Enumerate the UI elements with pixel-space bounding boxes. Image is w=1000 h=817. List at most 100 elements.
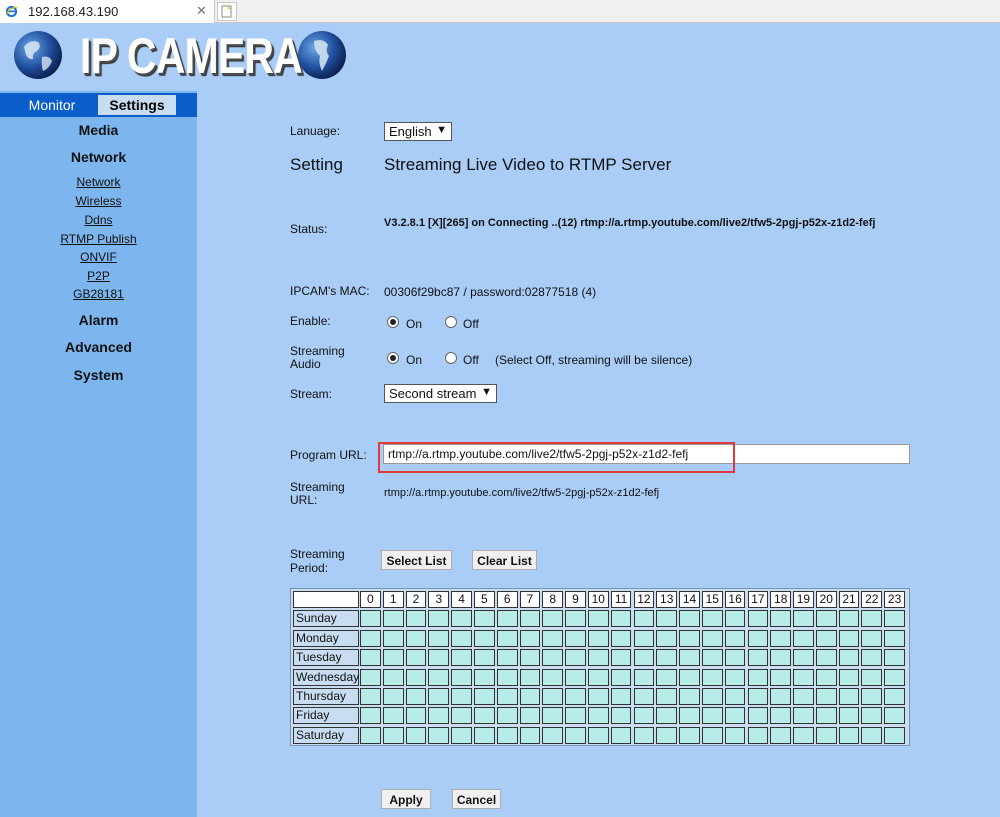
schedule-cell[interactable] — [747, 668, 769, 686]
schedule-cell[interactable] — [747, 707, 769, 725]
schedule-cell[interactable] — [565, 668, 586, 686]
schedule-cell[interactable] — [656, 668, 678, 686]
schedule-cell[interactable] — [565, 688, 586, 705]
schedule-cell[interactable] — [701, 649, 723, 667]
schedule-cell[interactable] — [747, 649, 769, 667]
schedule-cell[interactable] — [610, 726, 632, 744]
schedule-cell[interactable] — [793, 668, 814, 686]
schedule-cell[interactable] — [451, 649, 472, 667]
schedule-cell[interactable] — [815, 629, 837, 647]
schedule-cell[interactable] — [633, 726, 655, 744]
schedule-cell[interactable] — [656, 707, 678, 725]
schedule-cell[interactable] — [519, 688, 541, 705]
schedule-cell[interactable] — [679, 668, 700, 686]
schedule-cell[interactable] — [474, 629, 495, 647]
schedule-cell[interactable] — [451, 688, 472, 705]
schedule-cell[interactable] — [496, 629, 518, 647]
schedule-cell[interactable] — [770, 668, 792, 686]
schedule-cell[interactable] — [861, 688, 883, 705]
clear-list-button[interactable]: Clear List — [472, 550, 537, 570]
schedule-cell[interactable] — [656, 610, 678, 628]
schedule-cell[interactable] — [701, 668, 723, 686]
audio-on-radio[interactable] — [387, 352, 399, 364]
schedule-cell[interactable] — [496, 610, 518, 628]
schedule-cell[interactable] — [884, 610, 905, 628]
sidebar-group-network[interactable]: Network — [0, 149, 197, 165]
schedule-cell[interactable] — [656, 629, 678, 647]
schedule-cell[interactable] — [633, 610, 655, 628]
schedule-cell[interactable] — [838, 668, 860, 686]
schedule-cell[interactable] — [405, 629, 427, 647]
schedule-cell[interactable] — [428, 726, 450, 744]
schedule-cell[interactable] — [382, 610, 404, 628]
schedule-cell[interactable] — [793, 629, 814, 647]
schedule-cell[interactable] — [519, 649, 541, 667]
schedule-cell[interactable] — [360, 668, 381, 686]
schedule-cell[interactable] — [360, 610, 381, 628]
schedule-cell[interactable] — [382, 726, 404, 744]
schedule-cell[interactable] — [770, 707, 792, 725]
schedule-cell[interactable] — [656, 726, 678, 744]
schedule-cell[interactable] — [565, 707, 586, 725]
schedule-cell[interactable] — [474, 707, 495, 725]
schedule-cell[interactable] — [679, 688, 700, 705]
schedule-cell[interactable] — [542, 629, 564, 647]
schedule-cell[interactable] — [496, 649, 518, 667]
schedule-cell[interactable] — [701, 707, 723, 725]
schedule-cell[interactable] — [474, 610, 495, 628]
schedule-cell[interactable] — [496, 726, 518, 744]
schedule-cell[interactable] — [382, 629, 404, 647]
schedule-cell[interactable] — [587, 726, 609, 744]
sidebar-group-media[interactable]: Media — [0, 122, 197, 138]
schedule-cell[interactable] — [428, 707, 450, 725]
schedule-cell[interactable] — [747, 610, 769, 628]
schedule-cell[interactable] — [474, 668, 495, 686]
schedule-cell[interactable] — [884, 707, 905, 725]
tab-monitor[interactable]: Monitor — [10, 97, 94, 113]
sidebar-link-p2p[interactable]: P2P — [0, 269, 197, 283]
schedule-cell[interactable] — [633, 649, 655, 667]
schedule-cell[interactable] — [496, 688, 518, 705]
schedule-cell[interactable] — [451, 726, 472, 744]
sidebar-group-advanced[interactable]: Advanced — [0, 339, 197, 355]
schedule-cell[interactable] — [587, 649, 609, 667]
schedule-cell[interactable] — [474, 726, 495, 744]
schedule-cell[interactable] — [565, 629, 586, 647]
schedule-cell[interactable] — [838, 726, 860, 744]
schedule-cell[interactable] — [519, 610, 541, 628]
schedule-cell[interactable] — [884, 649, 905, 667]
sidebar-link-wireless[interactable]: Wireless — [0, 194, 197, 208]
schedule-cell[interactable] — [701, 688, 723, 705]
schedule-cell[interactable] — [838, 649, 860, 667]
schedule-cell[interactable] — [884, 688, 905, 705]
schedule-cell[interactable] — [610, 610, 632, 628]
schedule-cell[interactable] — [382, 649, 404, 667]
schedule-cell[interactable] — [861, 726, 883, 744]
schedule-cell[interactable] — [519, 668, 541, 686]
schedule-cell[interactable] — [474, 649, 495, 667]
schedule-cell[interactable] — [587, 688, 609, 705]
schedule-cell[interactable] — [701, 629, 723, 647]
schedule-cell[interactable] — [793, 649, 814, 667]
schedule-cell[interactable] — [428, 688, 450, 705]
schedule-cell[interactable] — [451, 629, 472, 647]
schedule-cell[interactable] — [793, 610, 814, 628]
schedule-cell[interactable] — [587, 629, 609, 647]
schedule-cell[interactable] — [610, 688, 632, 705]
schedule-cell[interactable] — [838, 610, 860, 628]
language-select[interactable]: English ▼ — [384, 122, 452, 141]
schedule-cell[interactable] — [633, 629, 655, 647]
schedule-cell[interactable] — [496, 668, 518, 686]
schedule-cell[interactable] — [815, 707, 837, 725]
schedule-cell[interactable] — [770, 726, 792, 744]
sidebar-link-network[interactable]: Network — [0, 175, 197, 189]
sidebar-link-rtmp-publish[interactable]: RTMP Publish — [0, 232, 197, 246]
schedule-cell[interactable] — [542, 726, 564, 744]
schedule-cell[interactable] — [770, 649, 792, 667]
schedule-cell[interactable] — [838, 629, 860, 647]
schedule-cell[interactable] — [724, 610, 746, 628]
stream-select[interactable]: Second stream ▼ — [384, 384, 497, 403]
schedule-cell[interactable] — [405, 688, 427, 705]
schedule-cell[interactable] — [610, 707, 632, 725]
schedule-cell[interactable] — [724, 649, 746, 667]
